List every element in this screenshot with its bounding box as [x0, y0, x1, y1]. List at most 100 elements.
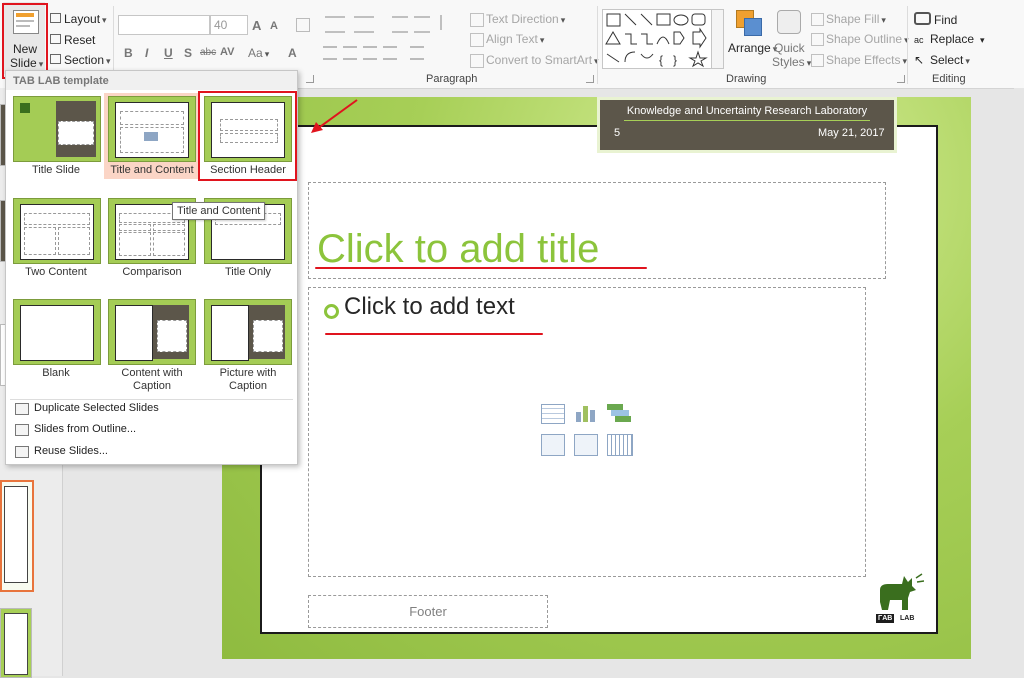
- insert-chart-icon[interactable]: [574, 404, 596, 422]
- shapes-scroll[interactable]: [711, 9, 724, 69]
- align-right-icon[interactable]: [363, 46, 377, 60]
- drawing-launcher[interactable]: [897, 75, 905, 83]
- menu-item-label: Duplicate Selected Slides: [34, 402, 159, 414]
- vertical-scrollbar[interactable]: [1014, 88, 1024, 676]
- layout-thumb: [108, 96, 196, 162]
- slide-thumbnail[interactable]: [0, 608, 32, 678]
- insert-smartart-icon[interactable]: [607, 404, 631, 422]
- change-case-button[interactable]: Aa: [248, 46, 269, 60]
- layout-label: Picture with Caption: [219, 367, 277, 392]
- footer-placeholder[interactable]: Footer: [308, 595, 548, 628]
- clear-format-icon[interactable]: [296, 18, 310, 32]
- header-org-name[interactable]: Knowledge and Uncertainty Research Labor…: [600, 105, 894, 117]
- layout-label: Comparison: [122, 266, 182, 278]
- layout-thumb: [108, 299, 196, 365]
- outline-icon: [15, 424, 29, 436]
- char-spacing-button[interactable]: AV: [220, 46, 234, 58]
- shape-fill-button[interactable]: Shape Fill: [826, 12, 886, 26]
- theme-name: TAB LAB template: [13, 75, 109, 87]
- text-direction-icon: [470, 13, 484, 27]
- slide-thumbnail-selected[interactable]: [0, 480, 34, 592]
- increase-indent-icon[interactable]: [414, 16, 430, 33]
- insert-picture-icon[interactable]: [541, 434, 565, 456]
- duplicate-icon: [15, 403, 29, 415]
- align-left-icon[interactable]: [323, 46, 337, 60]
- align-center-icon[interactable]: [343, 46, 357, 60]
- slide-date[interactable]: May 21, 2017: [818, 127, 885, 139]
- bullets-icon[interactable]: [325, 16, 345, 33]
- layout-icon: [50, 13, 61, 23]
- paragraph-group-label: Paragraph: [426, 73, 478, 85]
- strikethrough-button[interactable]: abc: [200, 47, 216, 58]
- layout-thumb: [13, 299, 101, 365]
- quick-styles-button[interactable]: Quick Styles: [772, 10, 806, 70]
- replace-icon: ac: [914, 35, 924, 45]
- smartart-icon: [470, 54, 484, 68]
- find-button[interactable]: Find: [914, 12, 957, 27]
- drawing-group-label: Drawing: [726, 73, 767, 85]
- font-size-combo[interactable]: 40: [210, 15, 248, 35]
- replace-button[interactable]: ac Replace ▾: [914, 32, 985, 46]
- text-direction-button[interactable]: Text Direction: [486, 12, 565, 26]
- fablab-logo: ΓAB LAB: [874, 572, 925, 627]
- content-placeholder[interactable]: Click to add text: [308, 287, 866, 577]
- paragraph-launcher[interactable]: [586, 75, 594, 83]
- layout-label: Title and Content: [110, 164, 194, 176]
- layout-label: Two Content: [25, 266, 87, 278]
- align-text-button[interactable]: Align Text: [486, 32, 544, 46]
- font-size-value: 40: [214, 18, 228, 32]
- layout-label: Blank: [42, 367, 70, 379]
- font-launcher[interactable]: [306, 75, 314, 83]
- insert-online-picture-icon[interactable]: [574, 434, 598, 456]
- logo-text-right: LAB: [900, 615, 915, 622]
- decrease-indent-icon[interactable]: [392, 16, 408, 33]
- bullet-icon: [324, 304, 339, 319]
- layout-thumb: [204, 299, 292, 365]
- font-family-combo[interactable]: [118, 15, 210, 35]
- insert-video-icon[interactable]: [607, 434, 633, 456]
- arrange-icon-back: [744, 18, 762, 36]
- shapes-gallery[interactable]: { }: [602, 9, 713, 69]
- header-banner: Knowledge and Uncertainty Research Labor…: [597, 97, 897, 153]
- content-placeholder-text: Click to add text: [344, 293, 515, 320]
- layout-button[interactable]: Layout: [50, 12, 107, 26]
- gallery-divider: [10, 399, 293, 400]
- columns-icon[interactable]: [410, 46, 424, 60]
- justify-icon[interactable]: [383, 46, 397, 60]
- numbering-icon[interactable]: [354, 16, 374, 33]
- separator: [907, 6, 908, 84]
- quick-styles-icon: [777, 10, 801, 34]
- layout-thumb: [13, 198, 101, 264]
- shadow-button[interactable]: S: [184, 46, 192, 60]
- shrink-font-button[interactable]: A: [270, 20, 278, 32]
- section-button[interactable]: Section: [50, 53, 111, 67]
- reset-button[interactable]: Reset: [50, 33, 95, 47]
- convert-smartart-button[interactable]: Convert to SmartArt: [486, 53, 599, 67]
- shape-outline-button[interactable]: Shape Outline: [826, 32, 909, 46]
- menu-item-label: Reuse Slides...: [34, 445, 108, 457]
- title-placeholder-text: Click to add title: [317, 227, 600, 271]
- arrange-button[interactable]: Arrange: [728, 10, 771, 70]
- grow-font-button[interactable]: A: [252, 18, 261, 33]
- reset-icon: [50, 34, 61, 44]
- shape-effects-button[interactable]: Shape Effects: [826, 53, 907, 67]
- select-button[interactable]: ↖ Select: [914, 53, 970, 67]
- reuse-icon: [15, 446, 29, 458]
- underline-button[interactable]: U: [164, 46, 173, 60]
- insert-table-icon[interactable]: [541, 404, 565, 424]
- shape-outline-icon: [811, 33, 824, 46]
- title-placeholder[interactable]: Click to add title: [308, 182, 886, 279]
- layout-label: Title Only: [224, 266, 272, 278]
- title-annotation-underline: [315, 267, 647, 269]
- slide-canvas[interactable]: Knowledge and Uncertainty Research Labor…: [222, 97, 971, 659]
- font-color-button[interactable]: A: [288, 46, 297, 60]
- shape-effects-icon: [811, 54, 824, 67]
- italic-button[interactable]: I: [145, 46, 148, 60]
- menu-item-label: Slides from Outline...: [34, 423, 137, 435]
- bold-button[interactable]: B: [124, 46, 133, 60]
- slide-number[interactable]: 5: [614, 127, 620, 139]
- line-spacing-icon[interactable]: [440, 15, 458, 30]
- binoculars-icon: [914, 12, 931, 25]
- text-annotation-underline: [325, 333, 543, 335]
- layout-label: Content with Caption: [121, 367, 183, 392]
